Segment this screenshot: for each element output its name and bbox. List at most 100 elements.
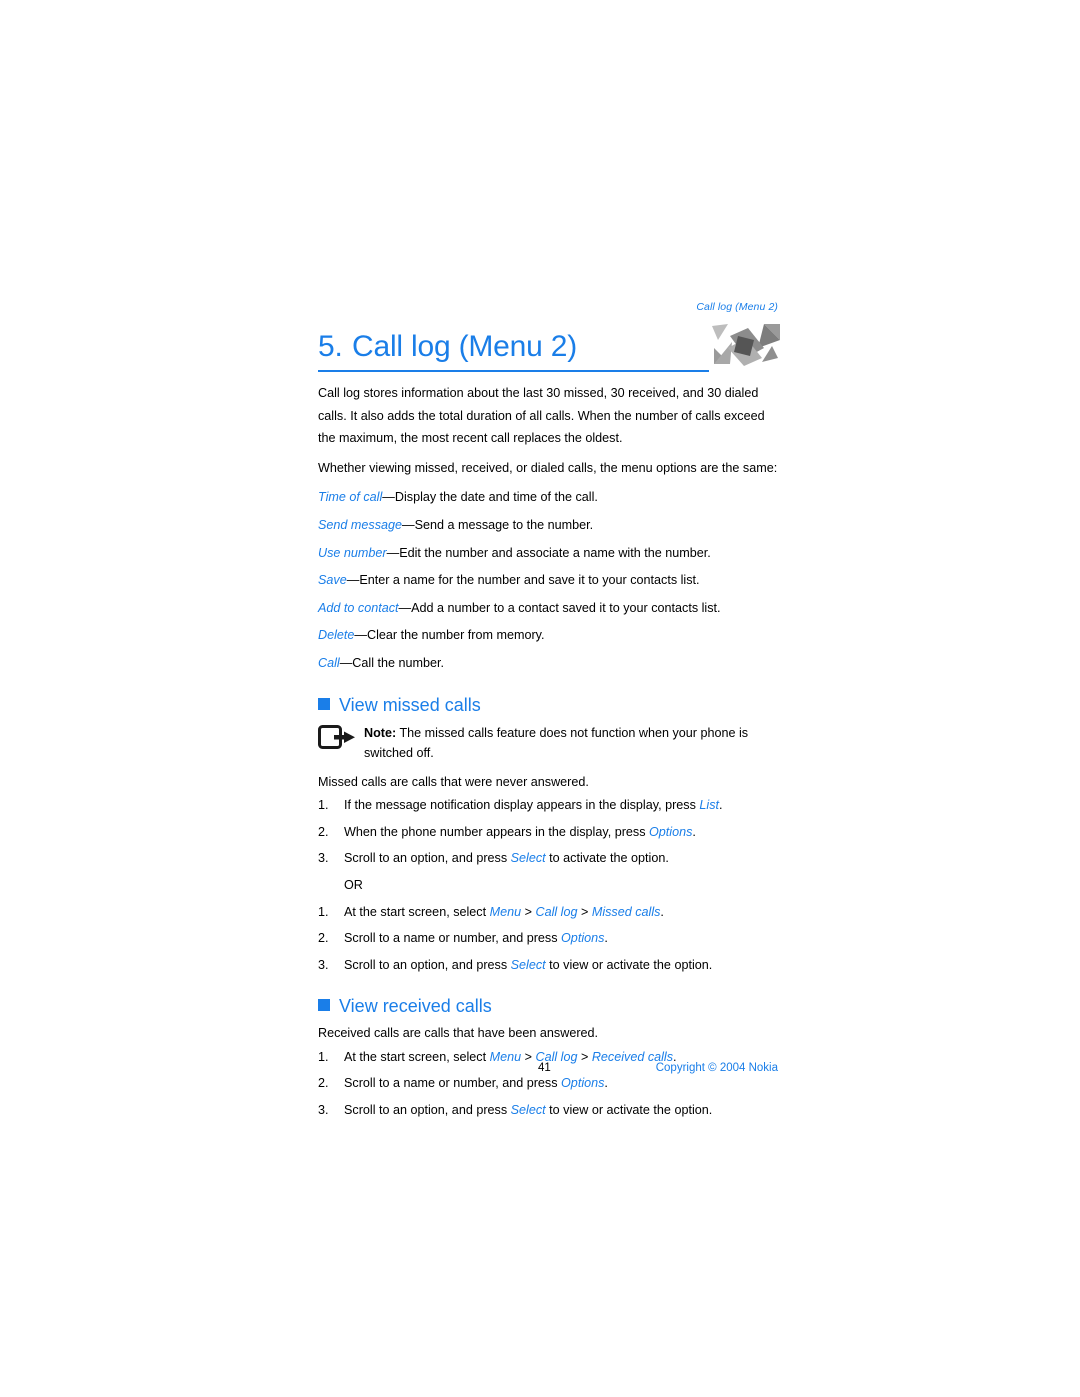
- softkey-label: Select: [510, 1103, 546, 1118]
- intro-paragraph-2: Whether viewing missed, received, or dia…: [318, 460, 778, 475]
- chapter-title-block: 5. Call log (Menu 2): [318, 318, 784, 382]
- softkey-label: Select: [510, 851, 546, 866]
- softkey-label: Options: [561, 1076, 605, 1091]
- option-entry: Save—Enter a name for the number and sav…: [318, 569, 778, 592]
- option-dash: —: [398, 600, 412, 615]
- chapter-title-text: Call log (Menu 2): [352, 330, 578, 363]
- note-label: Note:: [364, 725, 397, 740]
- step-marker: 1.: [318, 798, 329, 813]
- step-marker: 3.: [318, 957, 329, 972]
- list-item: 3. Scroll to an option, and press Select …: [318, 1099, 778, 1122]
- softkey-label: Select: [510, 957, 546, 972]
- step-text: When the phone number appears in the dis…: [344, 824, 649, 839]
- missed-calls-steps-b: 1. At the start screen, select Menu > Cal…: [318, 901, 778, 977]
- option-entry: Delete—Clear the number from memory.: [318, 624, 778, 647]
- step-text: At the start screen, select: [344, 904, 490, 919]
- list-item: 1. At the start screen, select Menu > Cal…: [318, 901, 778, 924]
- step-text: Scroll to an option, and press: [344, 1103, 511, 1118]
- title-divider: [318, 370, 709, 372]
- option-term: Send message: [318, 517, 403, 532]
- menu-path-segment: Menu: [489, 904, 522, 919]
- missed-calls-steps-a: 1. If the message notification display ap…: [318, 794, 778, 870]
- crossed-call-arrows-icon: [706, 318, 784, 368]
- step-text-end: to view or activate the option.: [545, 1103, 713, 1118]
- step-marker: 2.: [318, 824, 329, 839]
- note-arrow-icon: [318, 724, 355, 749]
- softkey-label: Options: [649, 824, 693, 839]
- option-dash: —: [346, 573, 360, 588]
- option-description: Edit the number and associate a name wit…: [399, 545, 711, 560]
- copyright-notice: Copyright © 2004 Nokia: [655, 1062, 778, 1074]
- option-description: Send a message to the number.: [414, 517, 594, 532]
- menu-options-list: Time of call—Display the date and time o…: [318, 486, 778, 674]
- step-text: If the message notification display appe…: [344, 798, 700, 813]
- option-dash: —: [382, 490, 395, 505]
- page-number: 41: [538, 1062, 551, 1074]
- option-dash: —: [339, 655, 353, 670]
- section-heading-text: View missed calls: [339, 694, 481, 715]
- softkey-label: Options: [561, 931, 605, 946]
- path-separator: >: [577, 904, 592, 919]
- option-term: Delete: [318, 628, 355, 643]
- step-text-end: to view or activate the option.: [545, 957, 713, 972]
- step-marker: 1.: [318, 904, 329, 919]
- section-heading-received-calls: View received calls: [318, 994, 778, 1018]
- list-item: 3. Scroll to an option, and press Select …: [318, 954, 778, 977]
- note-block-missed-calls: Note: The missed calls feature does not …: [318, 723, 778, 763]
- page-footer: 41 Copyright © 2004 Nokia: [318, 1059, 778, 1077]
- step-text: Scroll to an option, and press: [344, 851, 511, 866]
- chapter-number: 5.: [318, 330, 343, 363]
- note-body: The missed calls feature does not functi…: [364, 725, 749, 760]
- path-separator: >: [521, 904, 536, 919]
- option-term: Time of call: [318, 490, 383, 505]
- received-calls-lead: Received calls are calls that have been …: [318, 1026, 599, 1041]
- section-heading-text: View received calls: [339, 996, 492, 1017]
- page-content: Call log (Menu 2) 5. Call log (Menu 2) C…: [318, 300, 784, 1126]
- received-calls-steps: 1. At the start screen, select Menu > Cal…: [318, 1046, 778, 1122]
- missed-calls-lead: Missed calls are calls that were never a…: [318, 774, 589, 789]
- menu-path-segment: Missed calls: [591, 904, 661, 919]
- list-item: 3. Scroll to an option, and press Select …: [318, 847, 778, 870]
- option-description: Add a number to a contact saved it to yo…: [411, 600, 721, 615]
- option-entry: Use number—Edit the number and associate…: [318, 542, 778, 565]
- softkey-label: List: [699, 798, 719, 813]
- step-text-end: .: [660, 904, 664, 919]
- or-separator: OR: [344, 877, 363, 892]
- step-marker: 2.: [318, 931, 329, 946]
- step-text: Scroll to an option, and press: [344, 957, 511, 972]
- option-entry: Call—Call the number.: [318, 652, 778, 675]
- step-marker: 3.: [318, 851, 329, 866]
- list-item: 2. Scroll to a name or number, and press …: [318, 927, 778, 950]
- option-entry: Add to contact—Add a number to a contact…: [318, 597, 778, 620]
- option-entry: Time of call—Display the date and time o…: [318, 486, 778, 509]
- option-description: Clear the number from memory.: [367, 628, 545, 643]
- option-dash: —: [402, 517, 415, 532]
- list-item: 2. When the phone number appears in the d…: [318, 821, 778, 844]
- menu-path-segment: Call log: [535, 904, 578, 919]
- step-text-end: to activate the option.: [545, 851, 669, 866]
- running-header: Call log (Menu 2): [696, 301, 778, 313]
- step-marker: 3.: [318, 1103, 329, 1118]
- option-entry: Send message—Send a message to the numbe…: [318, 514, 778, 537]
- intro-paragraph-1: Call log stores information about the la…: [318, 386, 765, 446]
- option-term: Save: [318, 573, 347, 588]
- option-dash: —: [354, 628, 367, 643]
- step-text-end: .: [604, 931, 608, 946]
- option-description: Enter a name for the number and save it …: [359, 573, 700, 588]
- step-text: Scroll to a name or number, and press: [344, 1076, 562, 1091]
- step-text-end: .: [604, 1076, 608, 1091]
- section-heading-missed-calls: View missed calls: [318, 693, 778, 717]
- step-text-end: .: [719, 798, 723, 813]
- step-text: Scroll to a name or number, and press: [344, 931, 562, 946]
- option-description: Call the number.: [352, 655, 445, 670]
- option-term: Use number: [318, 545, 387, 560]
- section-bullet-icon: [318, 697, 330, 710]
- option-term: Call: [318, 655, 340, 670]
- option-description: Display the date and time of the call.: [394, 490, 598, 505]
- note-text: Note: The missed calls feature does not …: [364, 723, 778, 763]
- manual-page: Call log (Menu 2) 5. Call log (Menu 2) C…: [0, 0, 1080, 1397]
- option-term: Add to contact: [318, 600, 399, 615]
- section-bullet-icon: [318, 999, 330, 1012]
- step-text-end: .: [692, 824, 696, 839]
- option-dash: —: [386, 545, 400, 560]
